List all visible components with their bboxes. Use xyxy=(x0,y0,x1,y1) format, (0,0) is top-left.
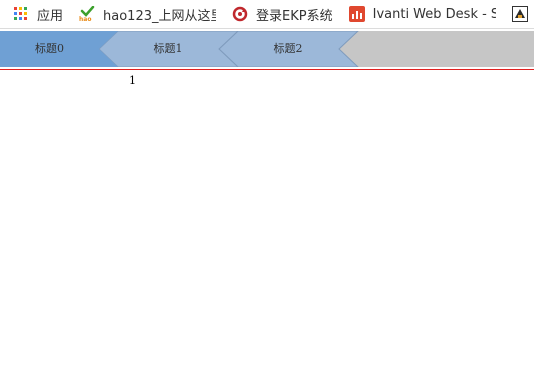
bookmark-hao123[interactable]: hao hao123_上网从这里开始 xyxy=(79,0,216,28)
bookmark-label: 应用 xyxy=(37,8,64,24)
bookmark-ekp[interactable]: 登录EKP系统 xyxy=(232,0,333,28)
accent-divider xyxy=(0,69,534,70)
bookmark-label: Ivanti Web Desk - Sign In xyxy=(372,6,496,22)
bookmark-label: hao123_上网从这里开始 xyxy=(103,8,216,24)
tab-title-1[interactable]: 标题1 xyxy=(118,31,218,67)
ekp-icon xyxy=(232,6,248,22)
bookmarks-bar: 应用 hao hao123_上网从这里开始 登录EKP系统 xyxy=(0,0,534,29)
bookmark-apps[interactable]: 应用 xyxy=(13,0,63,28)
fanruan-icon xyxy=(511,6,528,22)
tab-title-2[interactable]: 标题2 xyxy=(238,31,338,67)
apps-grid-icon xyxy=(13,6,29,22)
bookmark-label: 登录EKP系统 xyxy=(256,8,333,24)
tab-title-0[interactable]: 标题0 xyxy=(0,31,99,67)
tab-strip: 标题0 标题1 标题2 xyxy=(0,31,534,67)
svg-text:hao: hao xyxy=(79,16,91,22)
hao123-icon: hao xyxy=(79,5,95,23)
content-text: 1 xyxy=(129,74,136,87)
ivanti-icon xyxy=(348,6,365,22)
bookmark-ivanti[interactable]: Ivanti Web Desk - Sign In xyxy=(348,0,496,28)
bookmark-fanruan[interactable]: 帆软 xyxy=(511,0,534,28)
